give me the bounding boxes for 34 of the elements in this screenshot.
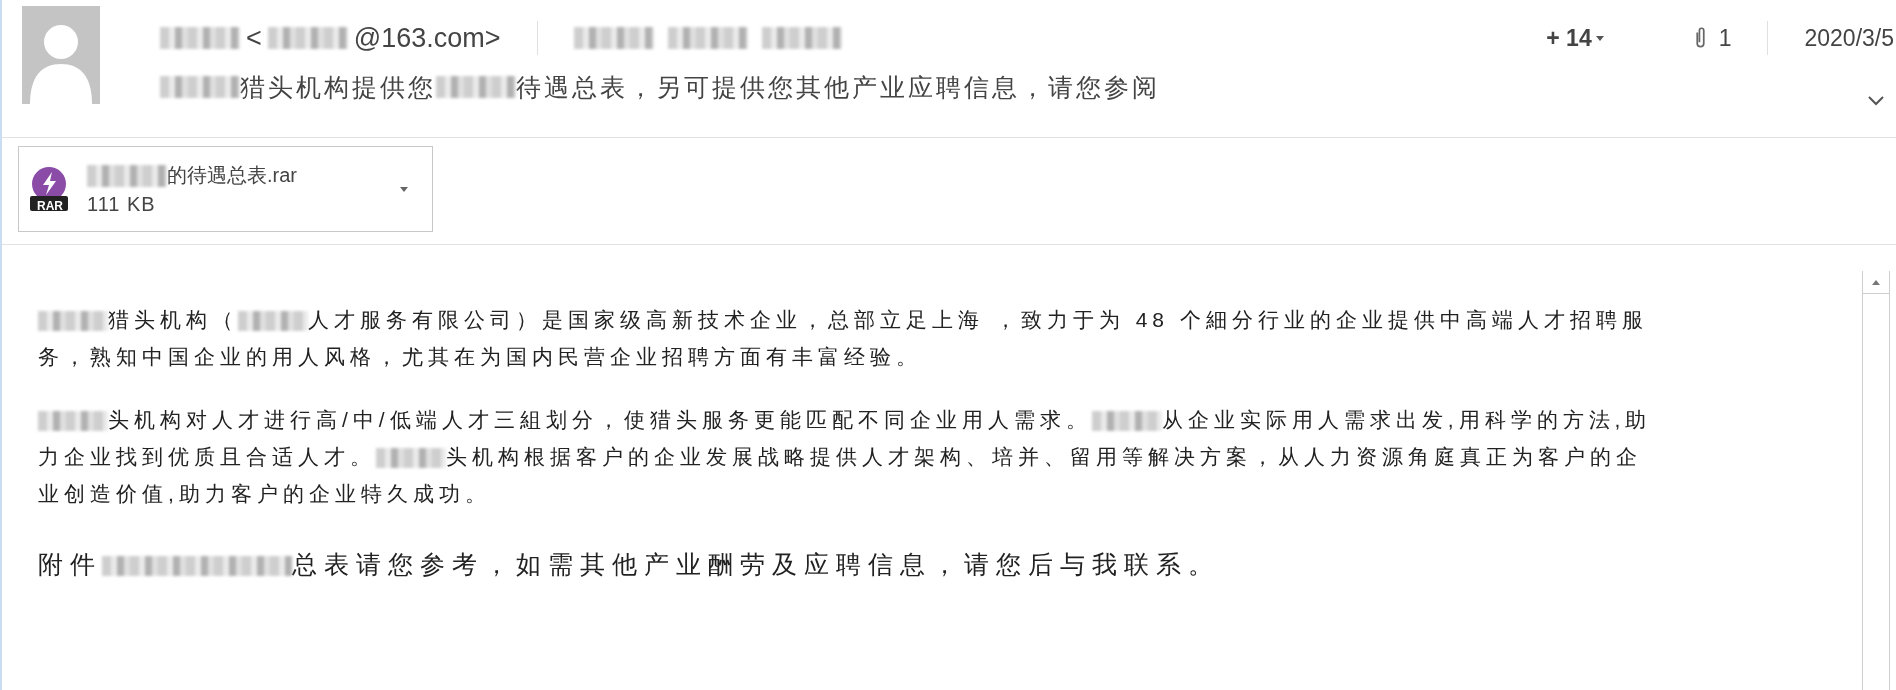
- avatar-icon: [22, 6, 100, 104]
- caret-icon[interactable]: [400, 186, 408, 192]
- subject-text: 待遇总表，另可提供您其他产业应聘信息，请您参阅: [516, 71, 1160, 103]
- scrollbar[interactable]: [1862, 271, 1890, 690]
- date: 2020/3/5: [1804, 24, 1894, 52]
- body-text: 头机构对人才进行高/中/低端人才三組划分，使猎头服务更能匹配不同企业用人需求。: [108, 408, 1092, 431]
- body-text: 从企业实际用人需求出发,用科学的方法,助: [1161, 408, 1652, 431]
- redacted-text: [238, 311, 308, 332]
- sender-address: @163.com>: [353, 22, 501, 54]
- body-text: 力企业找到优质且合适人才。: [38, 445, 376, 468]
- body-text: 头机构根据客户的企业发展战略提供人才架构、培并、留用等解决方案，从人力资源角庭真正为客户的企: [446, 445, 1642, 468]
- body-text: 总表请您参考，如需其他产业酬劳及应聘信息，请您后与我联系。: [292, 550, 1220, 578]
- file-name: 的待遇总表.rar: [167, 163, 297, 188]
- sender-address: <: [246, 22, 262, 54]
- attachment-card[interactable]: RAR 的待遇总表.rar 111 KB: [18, 146, 433, 232]
- file-type-label: RAR: [36, 199, 64, 213]
- redacted-text: [38, 411, 108, 432]
- up-arrow-icon[interactable]: [1872, 279, 1880, 285]
- body-text: 猎头机构（: [108, 308, 238, 331]
- archive-icon: [29, 166, 69, 212]
- file-size: 111 KB: [87, 193, 157, 216]
- more-recipients-button[interactable]: + 14: [1546, 24, 1604, 52]
- body-text: 务，熟知中国企业的用人风格，尤其在为国内民营企业招聘方面有丰富经验。: [38, 345, 922, 368]
- redacted-text: [376, 448, 446, 469]
- attachment-count: 1: [1718, 24, 1732, 52]
- body-text: 人才服务有限公司）是国家级高新技术企业，总部立足上海 ，致力于为 48 个細分行业的企业提供中高端人才招聘服: [308, 308, 1648, 331]
- expand-icon[interactable]: [1868, 96, 1884, 106]
- caret-icon[interactable]: [1595, 35, 1604, 41]
- paperclip-icon: [1693, 26, 1707, 50]
- subject-text: 猎头机构提供您: [240, 71, 436, 103]
- body-text: 附件: [38, 550, 102, 578]
- body-text: 业创造价值,助力客户的企业特久成功。: [38, 482, 491, 505]
- redacted-text: [1091, 411, 1162, 432]
- redacted-text: [38, 311, 108, 332]
